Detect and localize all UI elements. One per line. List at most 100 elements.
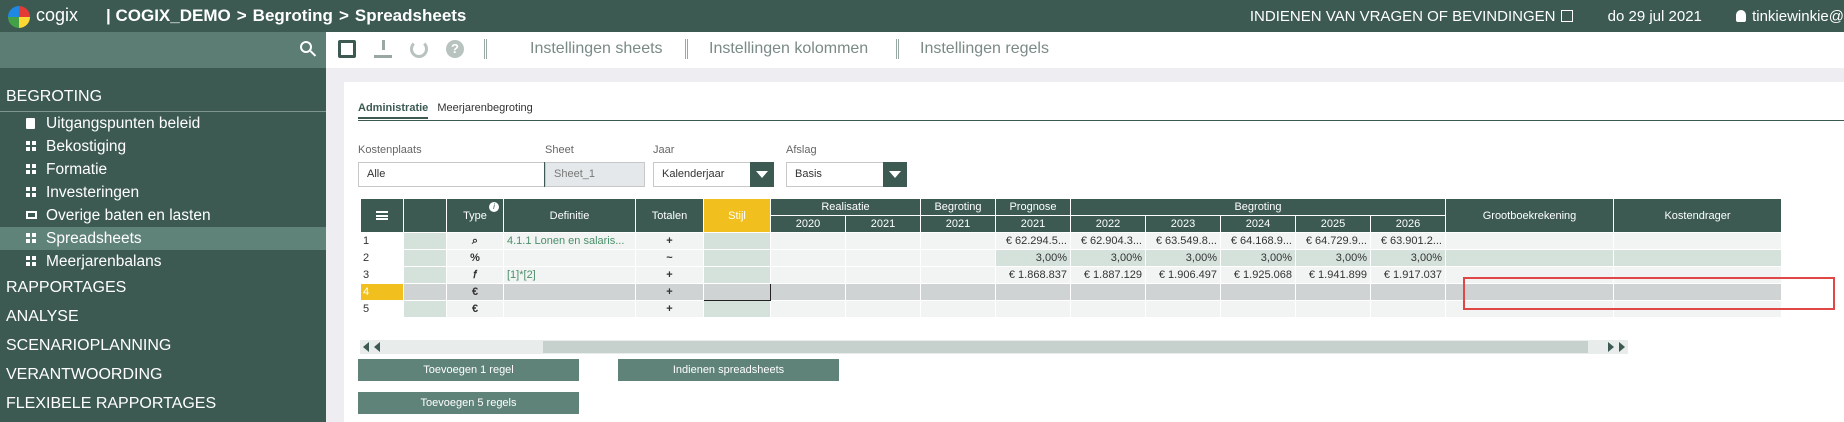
sidebar-item-investeringen[interactable]: Investeringen <box>0 181 326 204</box>
value-cell[interactable]: 3,00% <box>995 249 1071 267</box>
value-cell[interactable]: € 62.294.5... <box>995 232 1071 250</box>
value-cell[interactable]: 3,00% <box>1070 249 1146 267</box>
value-cell[interactable] <box>1145 283 1221 301</box>
sidebar-item-uitgangspunten[interactable]: Uitgangspunten beleid <box>0 112 326 135</box>
row-number[interactable]: 2 <box>360 249 404 267</box>
sidebar-item-bekostiging[interactable]: Bekostiging <box>0 135 326 158</box>
tab-administratie[interactable]: Administratie <box>358 102 429 119</box>
sidebar-section-analyse[interactable]: ANALYSE <box>0 302 326 331</box>
save-icon[interactable] <box>338 40 356 58</box>
user-menu[interactable]: tinkiewinkie@ <box>1736 8 1844 25</box>
value-cell[interactable] <box>1145 300 1221 318</box>
info-icon[interactable]: i <box>489 202 499 212</box>
value-cell[interactable] <box>1220 283 1296 301</box>
row-handle-cell[interactable] <box>403 249 447 267</box>
row-type-cell[interactable]: ⌕ <box>446 232 504 250</box>
value-cell[interactable]: € 64.168.9... <box>1220 232 1296 250</box>
kostendrager-cell[interactable] <box>1613 249 1782 267</box>
value-cell[interactable]: € 1.925.068 <box>1220 266 1296 284</box>
redo-icon[interactable] <box>410 40 428 58</box>
value-cell[interactable]: € 1.917.037 <box>1370 266 1446 284</box>
row-number[interactable]: 4 <box>360 283 404 301</box>
sidebar-section-scenarioplanning[interactable]: SCENARIOPLANNING <box>0 331 326 360</box>
help-icon[interactable]: ? <box>446 40 464 58</box>
value-cell[interactable]: € 1.906.497 <box>1145 266 1221 284</box>
row-handle-cell[interactable] <box>403 283 447 301</box>
jaar-select[interactable]: Kalenderjaar <box>653 162 774 187</box>
value-cell[interactable] <box>770 266 846 284</box>
value-cell[interactable] <box>920 232 996 250</box>
add-five-rows-button[interactable]: Toevoegen 5 regels <box>358 392 579 414</box>
row-number[interactable]: 3 <box>360 266 404 284</box>
value-cell[interactable] <box>770 249 846 267</box>
style-cell[interactable] <box>703 232 771 250</box>
columns-settings-button[interactable]: Instellingen kolommen <box>709 40 868 58</box>
style-cell[interactable] <box>703 249 771 267</box>
add-one-row-button[interactable]: Toevoegen 1 regel <box>358 359 579 381</box>
value-cell[interactable] <box>845 283 921 301</box>
value-cell[interactable]: 3,00% <box>1295 249 1371 267</box>
value-cell[interactable] <box>920 249 996 267</box>
definition-cell[interactable]: 4.1.1 Lonen en salaris... <box>503 232 636 250</box>
value-cell[interactable]: € 64.729.9... <box>1295 232 1371 250</box>
sidebar-item-overige-baten[interactable]: Overige baten en lasten <box>0 204 326 227</box>
value-cell[interactable] <box>845 232 921 250</box>
value-cell[interactable] <box>920 266 996 284</box>
value-cell[interactable]: € 1.868.837 <box>995 266 1071 284</box>
row-type-cell[interactable]: 𝑓 <box>446 266 504 284</box>
value-cell[interactable] <box>845 300 921 318</box>
value-cell[interactable]: € 1.887.129 <box>1070 266 1146 284</box>
sidebar-item-spreadsheets[interactable]: Spreadsheets <box>0 227 326 250</box>
value-cell[interactable] <box>770 300 846 318</box>
value-cell[interactable]: € 63.549.8... <box>1145 232 1221 250</box>
value-cell[interactable] <box>1220 300 1296 318</box>
value-cell[interactable] <box>845 266 921 284</box>
sheets-settings-button[interactable]: Instellingen sheets <box>530 40 663 58</box>
rows-settings-button[interactable]: Instellingen regels <box>920 40 1049 58</box>
chevron-down-icon[interactable] <box>750 162 774 187</box>
value-cell[interactable] <box>1070 300 1146 318</box>
value-cell[interactable]: € 1.941.899 <box>1295 266 1371 284</box>
totals-cell[interactable]: + <box>635 283 704 301</box>
scrollbar-thumb[interactable] <box>543 341 1588 353</box>
value-cell[interactable]: 3,00% <box>1370 249 1446 267</box>
totals-cell[interactable]: ~ <box>635 249 704 267</box>
scroll-last-icon[interactable] <box>1619 342 1625 352</box>
row-number[interactable]: 1 <box>360 232 404 250</box>
cogix-logo-icon[interactable] <box>8 6 30 28</box>
submit-spreadsheets-button[interactable]: Indienen spreadsheets <box>618 359 839 381</box>
value-cell[interactable] <box>920 283 996 301</box>
value-cell[interactable] <box>1070 283 1146 301</box>
chevron-down-icon[interactable] <box>883 162 907 187</box>
value-cell[interactable]: € 63.901.2... <box>1370 232 1446 250</box>
afslag-select[interactable]: Basis <box>786 162 907 187</box>
table-row[interactable]: 2% ~3,00% 3,00% 3,00% 3,00% 3,00% 3,00% <box>360 249 1782 267</box>
value-cell[interactable] <box>845 249 921 267</box>
search-icon[interactable] <box>300 41 312 53</box>
scroll-first-icon[interactable] <box>363 342 369 352</box>
row-handle-cell[interactable] <box>403 266 447 284</box>
totals-cell[interactable]: + <box>635 266 704 284</box>
value-cell[interactable] <box>920 300 996 318</box>
grootboek-cell[interactable] <box>1445 232 1614 250</box>
kostendrager-cell[interactable] <box>1613 232 1782 250</box>
breadcrumb-root[interactable]: | COGIX_DEMO <box>106 6 231 25</box>
totals-cell[interactable]: + <box>635 300 704 318</box>
style-cell[interactable] <box>703 300 771 318</box>
kostenplaats-select[interactable]: Alle <box>358 162 568 187</box>
scroll-left-icon[interactable] <box>374 342 380 352</box>
horizontal-scrollbar[interactable] <box>360 340 1628 354</box>
definition-cell[interactable] <box>503 249 636 267</box>
table-row[interactable]: 1 ⌕ 4.1.1 Lonen en salaris... + € 62.294.5..… <box>360 232 1782 250</box>
value-cell[interactable]: 3,00% <box>1220 249 1296 267</box>
report-issue-link[interactable]: INDIENEN VAN VRAGEN OF BEVINDINGEN <box>1250 8 1574 25</box>
value-cell[interactable] <box>995 283 1071 301</box>
row-type-cell[interactable]: € <box>446 300 504 318</box>
value-cell[interactable] <box>770 232 846 250</box>
style-cell[interactable] <box>703 266 771 284</box>
definition-cell[interactable] <box>503 300 636 318</box>
sidebar-item-formatie[interactable]: Formatie <box>0 158 326 181</box>
style-cell[interactable] <box>703 283 771 301</box>
definition-cell[interactable] <box>503 283 636 301</box>
sidebar-item-meerjarenbalans[interactable]: Meerjarenbalans <box>0 250 326 273</box>
